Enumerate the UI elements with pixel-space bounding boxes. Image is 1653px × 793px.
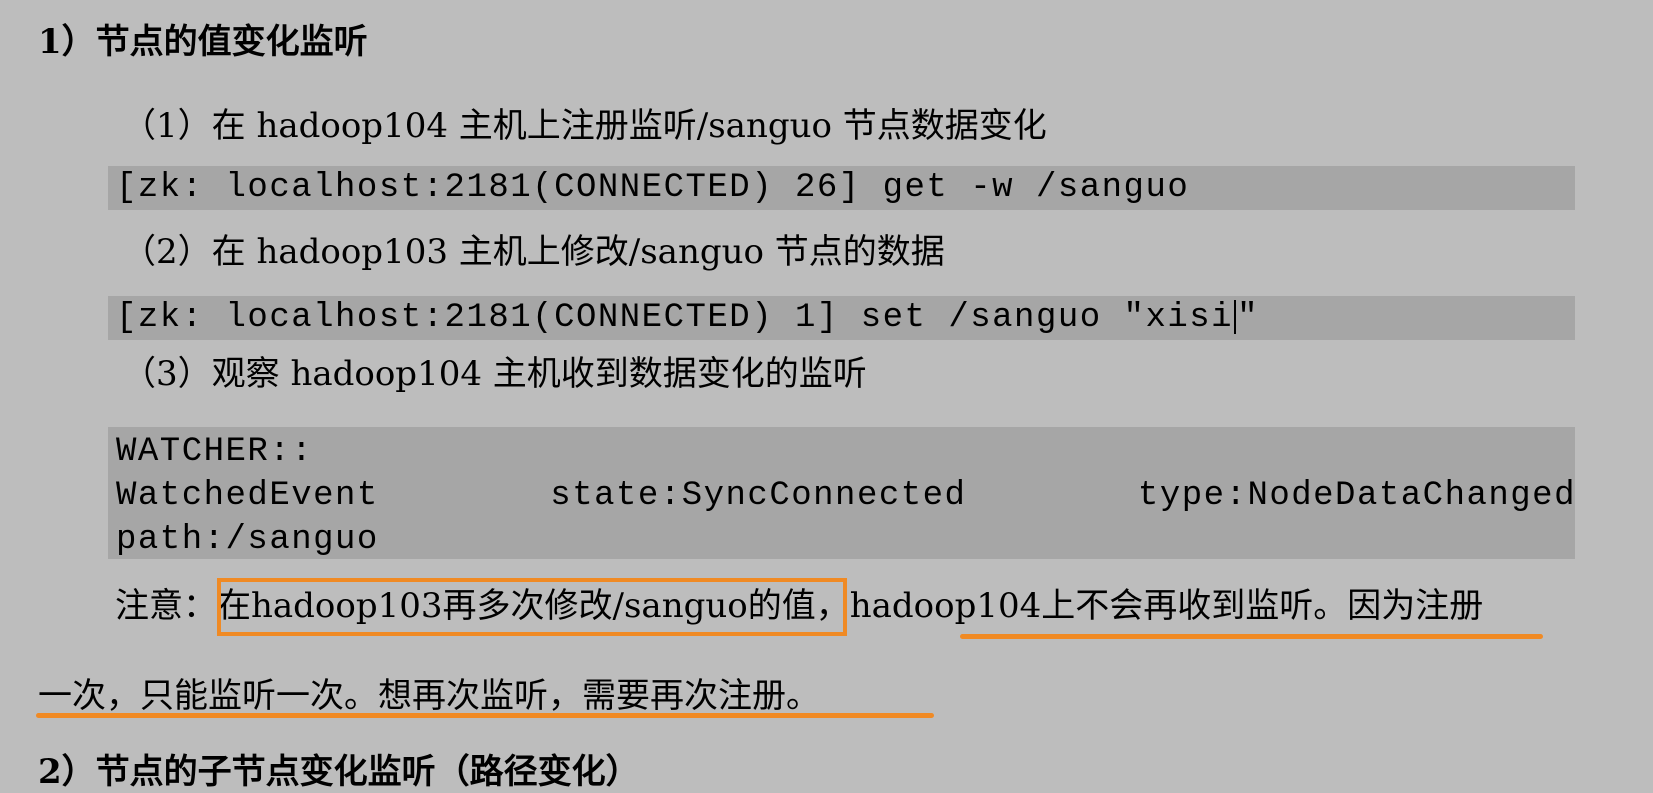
code-get-watch: [zk: localhost:2181(CONNECTED) 26] get -…: [108, 166, 1575, 210]
watched-state: state:SyncConnected: [550, 477, 967, 515]
step-1-label: （1）在 hadoop104 主机上注册监听/sanguo 节点数据变化: [122, 106, 1047, 146]
orange-underline-1: [960, 634, 1543, 639]
watched-event: WatchedEvent: [116, 477, 379, 515]
orange-underline-2: [36, 713, 934, 718]
note-prefix: 注意：: [115, 586, 217, 626]
code-set-text: [zk: localhost:2181(CONNECTED) 1] set /s…: [116, 299, 1234, 337]
note-rest-text: hadoop104上不会再收到监听。因为注册: [849, 586, 1484, 626]
watcher-line-1: WATCHER::: [116, 433, 314, 471]
watcher-line-2: WatchedEvent state:SyncConnected type:No…: [116, 474, 1576, 518]
watched-type: type:NodeDataChanged: [1137, 477, 1576, 515]
step-2-label: （2）在 hadoop103 主机上修改/sanguo 节点的数据: [122, 232, 945, 272]
section-heading: 1）节点的值变化监听: [38, 22, 368, 62]
code-set-closing-quote: ": [1237, 299, 1259, 337]
step-3-label: （3）观察 hadoop104 主机收到数据变化的监听: [122, 354, 867, 394]
next-section-heading-cutoff: 2）节点的子节点变化监听（路径变化）: [38, 752, 640, 792]
note-line-2: 一次，只能监听一次。想再次监听，需要再次注册。: [38, 676, 820, 716]
watcher-line-3: path:/sanguo: [116, 521, 379, 559]
watcher-output-block: WATCHER:: WatchedEvent state:SyncConnect…: [108, 427, 1575, 559]
text-cursor: [1234, 300, 1237, 335]
code-set-data: [zk: localhost:2181(CONNECTED) 1] set /s…: [108, 296, 1575, 340]
orange-highlight-box: [217, 578, 847, 636]
